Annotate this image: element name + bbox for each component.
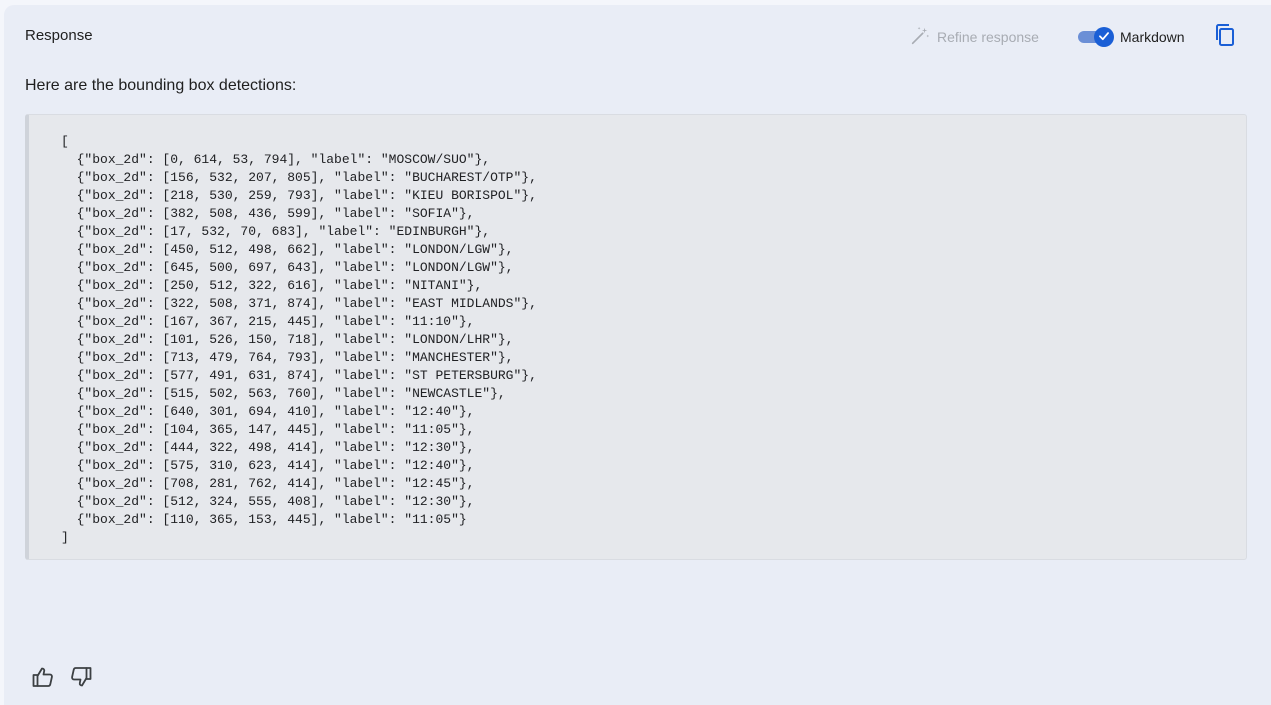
copy-icon	[1214, 23, 1236, 52]
code-line: {"box_2d": [104, 365, 147, 445], "label"…	[76, 422, 475, 437]
code-line: {"box_2d": [640, 301, 694, 410], "label"…	[76, 404, 475, 419]
code-line: {"box_2d": [575, 310, 623, 414], "label"…	[76, 458, 475, 473]
code-line: {"box_2d": [167, 367, 215, 445], "label"…	[76, 314, 475, 329]
code-line: {"box_2d": [645, 500, 697, 643], "label"…	[76, 260, 514, 275]
code-line: {"box_2d": [444, 322, 498, 414], "label"…	[76, 440, 475, 455]
feedback-controls	[30, 666, 94, 692]
markdown-toggle[interactable]	[1078, 27, 1114, 47]
code-block: [ {"box_2d": [0, 614, 53, 794], "label":…	[25, 114, 1247, 560]
code-line: {"box_2d": [110, 365, 153, 445], "label"…	[76, 512, 467, 527]
copy-button[interactable]	[1211, 23, 1239, 51]
magic-wand-icon	[909, 25, 931, 50]
thumbs-up-button[interactable]	[30, 666, 56, 692]
code-line: {"box_2d": [708, 281, 762, 414], "label"…	[76, 476, 475, 491]
toggle-knob	[1094, 27, 1114, 47]
code-line: {"box_2d": [450, 512, 498, 662], "label"…	[76, 242, 514, 257]
markdown-label: Markdown	[1120, 29, 1185, 45]
code-line: {"box_2d": [250, 512, 322, 616], "label"…	[76, 278, 483, 293]
code-line: {"box_2d": [382, 508, 436, 599], "label"…	[76, 206, 475, 221]
thumbs-down-button[interactable]	[68, 666, 94, 692]
code-line: {"box_2d": [0, 614, 53, 794], "label": "…	[76, 152, 491, 167]
code-content: [ {"box_2d": [0, 614, 53, 794], "label":…	[61, 133, 537, 547]
code-line: {"box_2d": [713, 479, 764, 793], "label"…	[76, 350, 514, 365]
code-line: {"box_2d": [577, 491, 631, 874], "label"…	[76, 368, 537, 383]
code-line: {"box_2d": [322, 508, 371, 874], "label"…	[76, 296, 537, 311]
thumbs-up-icon	[31, 665, 55, 694]
response-intro-text: Here are the bounding box detections:	[25, 77, 297, 94]
markdown-toggle-group: Markdown	[1078, 23, 1185, 51]
check-icon	[1097, 29, 1111, 46]
code-line: {"box_2d": [512, 324, 555, 408], "label"…	[76, 494, 475, 509]
code-line: {"box_2d": [101, 526, 150, 718], "label"…	[76, 332, 514, 347]
code-lines: {"box_2d": [0, 614, 53, 794], "label": "…	[61, 152, 537, 527]
code-line: {"box_2d": [156, 532, 207, 805], "label"…	[76, 170, 537, 185]
response-panel: Response Refine response Markdown Here a…	[4, 5, 1271, 705]
code-line: {"box_2d": [17, 532, 70, 683], "label": …	[76, 224, 491, 239]
code-close-bracket: ]	[61, 530, 69, 545]
code-open-bracket: [	[61, 134, 69, 149]
refine-response-button[interactable]: Refine response	[909, 23, 1039, 51]
response-header: Response Refine response Markdown	[25, 23, 1271, 51]
response-title: Response	[25, 27, 93, 44]
thumbs-down-icon	[69, 665, 93, 694]
refine-response-label: Refine response	[937, 29, 1039, 45]
code-line: {"box_2d": [515, 502, 563, 760], "label"…	[76, 386, 506, 401]
code-line: {"box_2d": [218, 530, 259, 793], "label"…	[76, 188, 537, 203]
